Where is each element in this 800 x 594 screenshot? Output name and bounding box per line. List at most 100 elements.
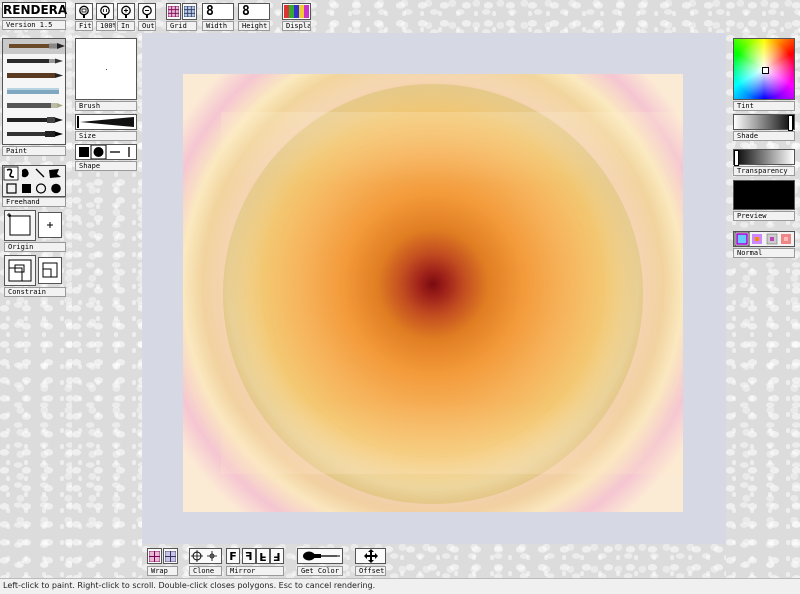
polygon-icon xyxy=(49,169,61,178)
mirror-hv-icon: F xyxy=(273,549,281,563)
airbrush-icon xyxy=(7,88,59,94)
move-arrows-icon xyxy=(363,549,378,563)
grid-toggle-pink[interactable] xyxy=(166,3,181,20)
height-input[interactable]: 8 xyxy=(238,3,270,20)
color-preview xyxy=(733,180,795,210)
brush-preview[interactable] xyxy=(75,38,137,100)
origin-label: Origin xyxy=(4,242,66,252)
size-taper-icon xyxy=(77,116,134,128)
magnifier-100-icon xyxy=(100,5,110,18)
normal-mode-icon xyxy=(736,233,748,245)
app-logo: RENDERA xyxy=(2,2,68,18)
constrain-off-button[interactable] xyxy=(4,255,36,286)
paint-label: Paint xyxy=(2,146,66,156)
brush-label: Brush xyxy=(75,101,137,111)
mirror-both-button[interactable]: F xyxy=(270,548,284,564)
wrap-icon xyxy=(165,550,176,562)
zoom-in-label: In xyxy=(117,21,135,31)
clone-label: Clone xyxy=(189,566,222,576)
fill-blob-icon xyxy=(21,168,29,178)
grid-icon xyxy=(168,6,179,17)
constrain-label: Constrain xyxy=(4,287,66,297)
zoom-out-icon xyxy=(142,5,152,18)
status-text: Left-click to paint. Right-click to scro… xyxy=(3,581,376,590)
tint-picker[interactable] xyxy=(733,38,795,100)
shape-icons xyxy=(79,145,130,159)
transparency-handle[interactable] xyxy=(734,150,739,166)
origin-corner-icon xyxy=(7,213,31,236)
origin-center-icon xyxy=(47,222,53,228)
freehand-label: Freehand xyxy=(2,197,66,207)
painting-canvas[interactable] xyxy=(183,74,683,512)
rect-filled-icon xyxy=(22,184,31,193)
zoom-out-label: Out xyxy=(138,21,156,31)
width-label: Width xyxy=(202,21,234,31)
offset-label: Offset xyxy=(355,566,386,576)
magnifier-fit-icon xyxy=(79,5,89,18)
get-color-label: Get Color xyxy=(297,566,343,576)
mirror-horizontal-button[interactable]: F xyxy=(242,548,256,564)
width-input[interactable]: 8 xyxy=(202,3,234,20)
line-tool-icon xyxy=(35,168,45,178)
shape-label: Shape xyxy=(75,161,137,171)
fit-button[interactable] xyxy=(75,3,93,20)
origin-center-button[interactable] xyxy=(38,212,62,238)
constrain-free-icon xyxy=(8,259,32,282)
mirror-none-button[interactable]: F xyxy=(226,548,240,564)
crayon-icon xyxy=(7,103,63,108)
mirror-h-icon: F xyxy=(245,549,253,563)
blend-modes[interactable] xyxy=(733,231,795,247)
pencil-icon xyxy=(7,58,63,64)
mirror-vertical-button[interactable]: F xyxy=(256,548,270,564)
marker-icon xyxy=(7,117,63,123)
shade-handle[interactable] xyxy=(788,115,793,131)
oval-filled-icon xyxy=(51,183,61,194)
tint-label: Tint xyxy=(733,101,795,111)
shape-selector[interactable] xyxy=(75,144,137,160)
freehand-tools[interactable] xyxy=(2,165,66,197)
canvas-band xyxy=(221,112,681,474)
paint-tool-list[interactable] xyxy=(2,38,66,145)
mirror-label: Mirror xyxy=(226,566,284,576)
wrap-blue-button[interactable] xyxy=(163,548,178,564)
zoom-100-button[interactable] xyxy=(96,3,114,20)
clone-button[interactable] xyxy=(189,548,222,564)
brush-icons xyxy=(3,39,65,137)
display-label: Display xyxy=(282,21,311,31)
round-shape-icon xyxy=(93,147,104,157)
brush-dot xyxy=(106,69,107,70)
pen-icon xyxy=(7,131,63,137)
mirror-f-icon: F xyxy=(229,549,237,563)
grid-toggle-blue[interactable] xyxy=(182,3,197,20)
fit-label: Fit xyxy=(75,21,93,31)
freehand-icons xyxy=(3,166,61,194)
clone-crosshair-icon xyxy=(191,550,217,562)
square-shape-icon xyxy=(79,147,89,157)
get-color-button[interactable] xyxy=(297,548,343,564)
blend-mode-icons xyxy=(734,232,791,246)
mirror-v-icon: F xyxy=(259,549,267,563)
shade-slider[interactable] xyxy=(733,114,795,131)
zoom-out-button[interactable] xyxy=(138,3,156,20)
grid-icon xyxy=(184,6,195,17)
size-slider[interactable] xyxy=(75,114,137,130)
wrap-pink-button[interactable] xyxy=(147,548,162,564)
tint-cursor xyxy=(762,67,769,74)
offset-button[interactable] xyxy=(355,548,386,564)
status-bar: Left-click to paint. Right-click to scro… xyxy=(0,578,800,594)
color-bars-icon xyxy=(284,5,309,18)
transparency-label: Transparency xyxy=(733,166,795,176)
rect-outline-icon xyxy=(6,183,17,194)
zoom-100-label: 100% xyxy=(96,21,116,31)
constrain-on-button[interactable] xyxy=(38,257,62,284)
transparency-slider[interactable] xyxy=(733,149,795,166)
zoom-in-icon xyxy=(121,5,131,18)
eyedropper-icon xyxy=(303,551,340,561)
preview-label: Preview xyxy=(733,211,795,221)
size-label: Size xyxy=(75,131,137,141)
app-version: Version 1.5 xyxy=(2,20,66,30)
display-button[interactable] xyxy=(282,3,311,20)
oval-outline-icon xyxy=(35,183,47,194)
origin-corner-button[interactable] xyxy=(4,210,36,241)
zoom-in-button[interactable] xyxy=(117,3,135,20)
